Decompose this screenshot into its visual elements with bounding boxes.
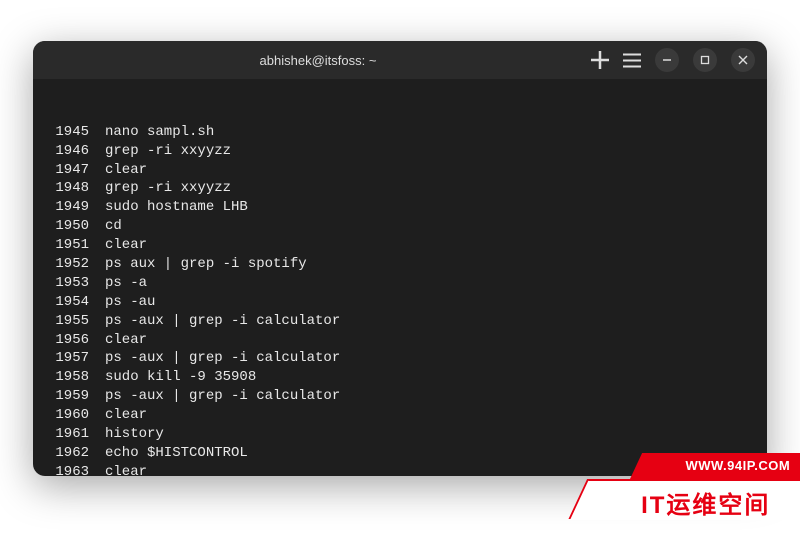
- history-command: clear: [105, 463, 147, 476]
- history-number: 1951: [47, 236, 105, 255]
- history-number: 1953: [47, 274, 105, 293]
- titlebar-actions: [591, 48, 755, 72]
- history-number: 1956: [47, 331, 105, 350]
- history-command: ps -aux | grep -i calculator: [105, 387, 340, 406]
- history-number: 1950: [47, 217, 105, 236]
- history-command: ps -a: [105, 274, 147, 293]
- history-number: 1945: [47, 123, 105, 142]
- history-line: 1961history: [47, 425, 753, 444]
- history-command: clear: [105, 161, 147, 180]
- history-number: 1955: [47, 312, 105, 331]
- history-number: 1952: [47, 255, 105, 274]
- history-command: grep -ri xxyyzz: [105, 142, 231, 161]
- watermark-brand-text: IT运维空间: [579, 481, 800, 520]
- history-number: 1959: [47, 387, 105, 406]
- history-command: echo $HISTCONTROL: [105, 444, 248, 463]
- history-line: 1952ps aux | grep -i spotify: [47, 255, 753, 274]
- history-number: 1960: [47, 406, 105, 425]
- history-command: nano sampl.sh: [105, 123, 214, 142]
- history-number: 1961: [47, 425, 105, 444]
- history-line: 1956clear: [47, 331, 753, 350]
- history-number: 1946: [47, 142, 105, 161]
- terminal-window: abhishek@itsfoss: ~ 1945nano sampl.sh194…: [33, 41, 767, 476]
- history-line: 1959ps -aux | grep -i calculator: [47, 387, 753, 406]
- history-command: sudo hostname LHB: [105, 198, 248, 217]
- window-title: abhishek@itsfoss: ~: [45, 53, 591, 68]
- close-button[interactable]: [731, 48, 755, 72]
- history-command: ps -aux | grep -i calculator: [105, 312, 340, 331]
- history-command: ps -aux | grep -i calculator: [105, 349, 340, 368]
- history-number: 1949: [47, 198, 105, 217]
- history-line: 1951clear: [47, 236, 753, 255]
- hamburger-menu-icon[interactable]: [623, 51, 641, 69]
- history-command: clear: [105, 331, 147, 350]
- minimize-button[interactable]: [655, 48, 679, 72]
- titlebar: abhishek@itsfoss: ~: [33, 41, 767, 79]
- watermark-brand-badge: IT运维空间: [570, 480, 800, 520]
- history-command: cd: [105, 217, 122, 236]
- history-line: 1948grep -ri xxyyzz: [47, 179, 753, 198]
- history-line: 1945nano sampl.sh: [47, 123, 753, 142]
- watermark-url-text: WWW.94IP.COM: [637, 453, 800, 473]
- new-tab-button[interactable]: [591, 51, 609, 69]
- history-line: 1960clear: [47, 406, 753, 425]
- maximize-button[interactable]: [693, 48, 717, 72]
- history-command: ps -au: [105, 293, 155, 312]
- history-number: 1962: [47, 444, 105, 463]
- history-line: 1949sudo hostname LHB: [47, 198, 753, 217]
- history-line: 1954ps -au: [47, 293, 753, 312]
- history-number: 1957: [47, 349, 105, 368]
- history-line: 1947clear: [47, 161, 753, 180]
- history-command: clear: [105, 406, 147, 425]
- terminal-body[interactable]: 1945nano sampl.sh1946grep -ri xxyyzz1947…: [33, 79, 767, 476]
- history-number: 1948: [47, 179, 105, 198]
- history-number: 1954: [47, 293, 105, 312]
- history-line: 1946grep -ri xxyyzz: [47, 142, 753, 161]
- history-number: 1958: [47, 368, 105, 387]
- history-line: 1957ps -aux | grep -i calculator: [47, 349, 753, 368]
- history-command: ps aux | grep -i spotify: [105, 255, 307, 274]
- history-line: 1953ps -a: [47, 274, 753, 293]
- history-command: clear: [105, 236, 147, 255]
- history-line: 1950cd: [47, 217, 753, 236]
- history-number: 1947: [47, 161, 105, 180]
- history-line: 1958sudo kill -9 35908: [47, 368, 753, 387]
- watermark-url-badge: WWW.94IP.COM: [630, 453, 800, 479]
- history-command: history: [105, 425, 164, 444]
- history-command: sudo kill -9 35908: [105, 368, 256, 387]
- history-line: 1955ps -aux | grep -i calculator: [47, 312, 753, 331]
- history-number: 1963: [47, 463, 105, 476]
- history-command: grep -ri xxyyzz: [105, 179, 231, 198]
